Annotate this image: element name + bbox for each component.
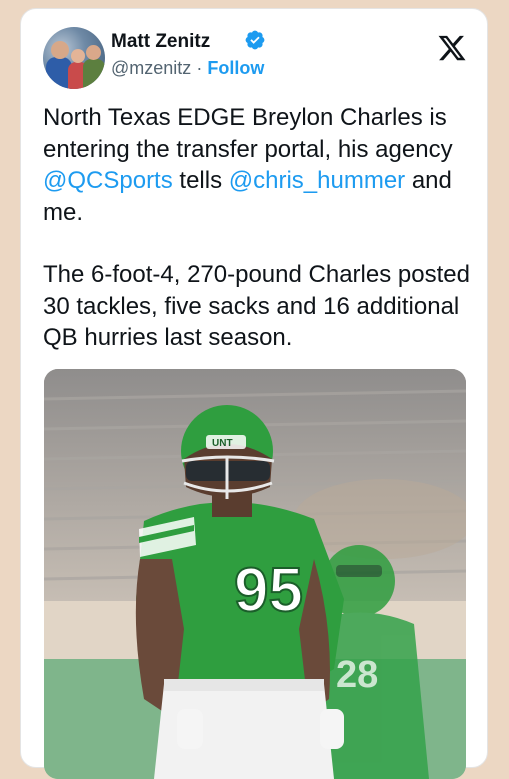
x-logo-icon[interactable] [437, 33, 467, 63]
separator-dot: · [196, 58, 203, 78]
text-segment: North Texas EDGE Breylon Charles is ente… [43, 104, 453, 163]
tweet-paragraph-1: North Texas EDGE Breylon Charles is ente… [43, 102, 473, 228]
text-segment: tells [172, 167, 229, 194]
author-name[interactable]: Matt Zenitz [111, 31, 210, 53]
handle-row: @mzenitz · Follow [111, 58, 264, 79]
helmet-label: UNT [212, 438, 233, 449]
tweet-paragraph-2: The 6-foot-4, 270-pound Charles posted 3… [43, 261, 470, 351]
verified-badge-icon [245, 30, 265, 50]
author-handle[interactable]: @mzenitz [111, 58, 191, 78]
jersey-number: 95 [234, 556, 303, 625]
tweet-photo[interactable]: 28 UNT 95 [44, 369, 466, 779]
mention-qcsports[interactable]: @QCSports [43, 167, 173, 194]
follow-button[interactable]: Follow [207, 58, 264, 78]
svg-text:28: 28 [336, 654, 378, 696]
football-player-image: 28 UNT 95 [44, 369, 466, 779]
author-avatar[interactable] [43, 27, 105, 89]
tweet-text: North Texas EDGE Breylon Charles is ente… [43, 102, 473, 354]
tweet-card[interactable]: Matt Zenitz @mzenitz · Follow North Texa… [20, 8, 488, 779]
mention-chris-hummer[interactable]: @chris_hummer [229, 167, 405, 194]
